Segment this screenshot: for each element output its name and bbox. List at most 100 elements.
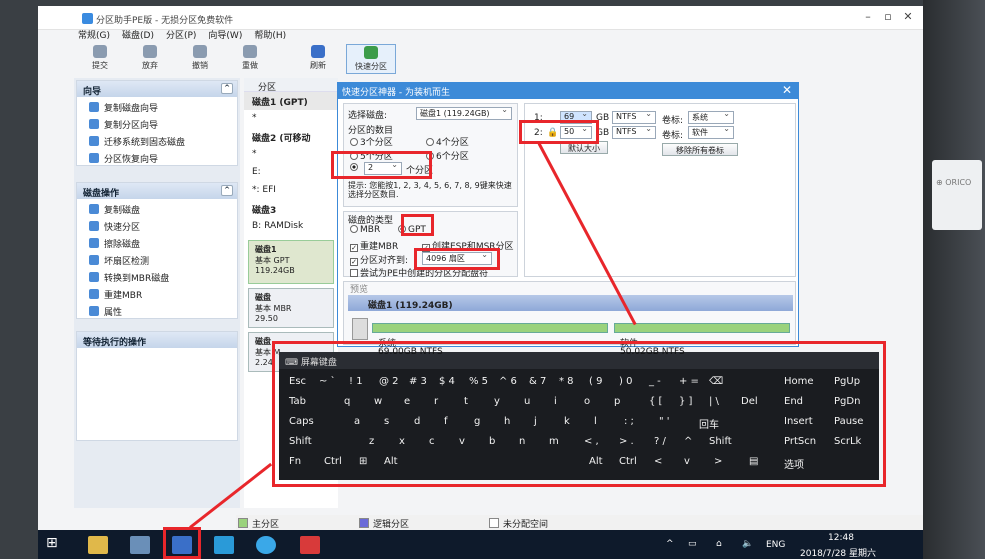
radio-gpt[interactable]: GPT — [398, 225, 426, 235]
wizard-header[interactable]: 向导 ^ — [77, 81, 237, 97]
close-button[interactable]: ✕ — [898, 10, 918, 24]
osk-key[interactable]: Shift — [705, 434, 736, 451]
op-copy-disk[interactable]: 复制磁盘 — [77, 199, 237, 216]
osk-key[interactable]: < , — [580, 434, 603, 451]
menu-wizard[interactable]: 向导(W) — [208, 28, 242, 42]
browser-icon[interactable] — [256, 536, 276, 554]
tool-icon[interactable] — [130, 536, 150, 554]
osk-key[interactable]: o — [580, 394, 594, 411]
disk2-row[interactable]: 磁盘2 (可移动 — [244, 128, 338, 146]
osk-key[interactable]: { [ — [645, 394, 666, 411]
network-icon[interactable]: ⌂ — [716, 539, 722, 549]
osk-key[interactable]: PgDn — [830, 394, 864, 411]
menu-general[interactable]: 常规(G) — [78, 28, 110, 42]
clock-time[interactable]: 12:48 — [828, 533, 854, 543]
p2-fs-select[interactable]: NTFS — [612, 124, 656, 139]
osk-key[interactable]: q — [340, 394, 354, 411]
p1-vol-select[interactable]: 系统 — [688, 109, 734, 124]
osk-key[interactable]: a — [350, 414, 364, 431]
osk-key[interactable]: Shift — [285, 434, 316, 451]
osk-key[interactable]: i — [550, 394, 561, 411]
osk-key[interactable]: Home — [780, 374, 818, 391]
disk-select[interactable]: 磁盘1 (119.24GB) — [416, 105, 512, 120]
try-pe-check[interactable]: 尝试为PE中创建的分区分配盘符 — [350, 266, 488, 279]
osk-key[interactable]: Fn — [285, 454, 305, 471]
default-size-button[interactable]: 默认大小 — [560, 141, 608, 154]
osk-key[interactable]: Caps — [285, 414, 318, 431]
osk-key[interactable]: ^ 6 — [495, 374, 521, 391]
osk-key[interactable]: # 3 — [405, 374, 431, 391]
file-explorer-icon[interactable] — [88, 536, 108, 554]
osk-key[interactable]: & 7 — [525, 374, 550, 391]
osk-key[interactable]: m — [545, 434, 563, 451]
osk-key[interactable]: Alt — [380, 454, 402, 471]
osk-key[interactable]: % 5 — [465, 374, 492, 391]
menu-disk[interactable]: 磁盘(D) — [122, 28, 154, 42]
op-erase-disk[interactable]: 擦除磁盘 — [77, 233, 237, 250]
osk-key[interactable]: ⌫ — [705, 374, 727, 391]
osk-key[interactable]: n — [515, 434, 529, 451]
osk-key[interactable]: ▤ — [745, 454, 762, 471]
osk-key[interactable]: h — [500, 414, 514, 431]
osk-key[interactable]: c — [425, 434, 439, 451]
quick-partition-button[interactable]: 快速分区 — [346, 44, 396, 74]
p2-size-input[interactable]: 50 — [560, 124, 592, 139]
partition-row[interactable]: * — [244, 110, 338, 128]
osk-key[interactable]: End — [780, 394, 807, 411]
radio-mbr[interactable]: MBR — [350, 225, 380, 235]
osk-key[interactable]: ScrLk — [830, 434, 865, 451]
discard-button[interactable]: 放弃 — [128, 44, 172, 74]
pending-header[interactable]: 等待执行的操作 — [77, 332, 237, 348]
op-quick-partition[interactable]: 快速分区 — [77, 216, 237, 233]
osk-key[interactable]: Esc — [285, 374, 310, 391]
wizard-recovery[interactable]: 分区恢复向导 — [77, 148, 237, 165]
osk-key[interactable]: w — [370, 394, 386, 411]
radio-6[interactable]: 6个分区 — [426, 149, 469, 162]
menu-partition[interactable]: 分区(P) — [166, 28, 196, 42]
osk-key[interactable]: Del — [737, 394, 762, 411]
p2-vol-select[interactable]: 软件 — [688, 124, 734, 139]
partition-row[interactable]: *: EFI — [244, 182, 338, 200]
osk-key[interactable]: f — [440, 414, 452, 431]
osk-key[interactable]: > — [710, 454, 726, 471]
wizard-copy-partition[interactable]: 复制分区向导 — [77, 114, 237, 131]
op-convert-mbr[interactable]: 转换到MBR磁盘 — [77, 267, 237, 284]
osk-key[interactable]: e — [400, 394, 414, 411]
osk-key[interactable]: } ] — [675, 394, 696, 411]
partition-row[interactable]: B: RAMDisk — [244, 218, 338, 236]
tray-arrow-icon[interactable]: ^ — [666, 539, 674, 549]
disk-ops-header[interactable]: 磁盘操作 ^ — [77, 183, 237, 199]
osk-key[interactable]: ~ ` — [315, 374, 340, 391]
partition-assistant-icon[interactable] — [172, 536, 192, 554]
osk-key[interactable]: t — [460, 394, 472, 411]
osk-key[interactable]: ^ — [680, 434, 696, 451]
undo-button[interactable]: 撤销 — [178, 44, 222, 74]
osk-key[interactable]: + = — [675, 374, 703, 391]
osk-key[interactable]: s — [380, 414, 393, 431]
language-indicator[interactable]: ENG — [766, 540, 785, 550]
osk-key[interactable]: PrtScn — [780, 434, 820, 451]
osk-key[interactable]: Alt — [585, 454, 607, 471]
osk-key[interactable]: * 8 — [555, 374, 578, 391]
osk-key[interactable]: $ 4 — [435, 374, 459, 391]
disk1-card[interactable]: 磁盘1 基本 GPT 119.24GB — [248, 240, 334, 284]
p1-fs-select[interactable]: NTFS — [612, 109, 656, 124]
osk-key[interactable]: ? / — [650, 434, 670, 451]
partition-row[interactable]: * — [244, 146, 338, 164]
clear-labels-button[interactable]: 移除所有卷标 — [662, 143, 738, 156]
osk-key[interactable]: u — [520, 394, 534, 411]
osk-key[interactable]: PgUp — [830, 374, 864, 391]
osk-key[interactable]: Ctrl — [615, 454, 641, 471]
op-rebuild-mbr[interactable]: 重建MBR — [77, 284, 237, 301]
collapse-icon[interactable]: ^ — [221, 185, 233, 196]
osk-key[interactable]: 回车 — [695, 414, 723, 431]
refresh-button[interactable]: 刷新 — [296, 44, 340, 74]
osk-key[interactable]: _ - — [645, 374, 665, 391]
osk-key[interactable]: " ' — [655, 414, 674, 431]
app-icon-red[interactable] — [300, 536, 320, 554]
count-select[interactable]: 2 — [364, 160, 402, 175]
osk-key[interactable]: v — [680, 454, 694, 471]
radio-4[interactable]: 4个分区 — [426, 135, 469, 148]
menu-help[interactable]: 帮助(H) — [254, 28, 286, 42]
osk-key[interactable]: 选项 — [780, 454, 808, 471]
